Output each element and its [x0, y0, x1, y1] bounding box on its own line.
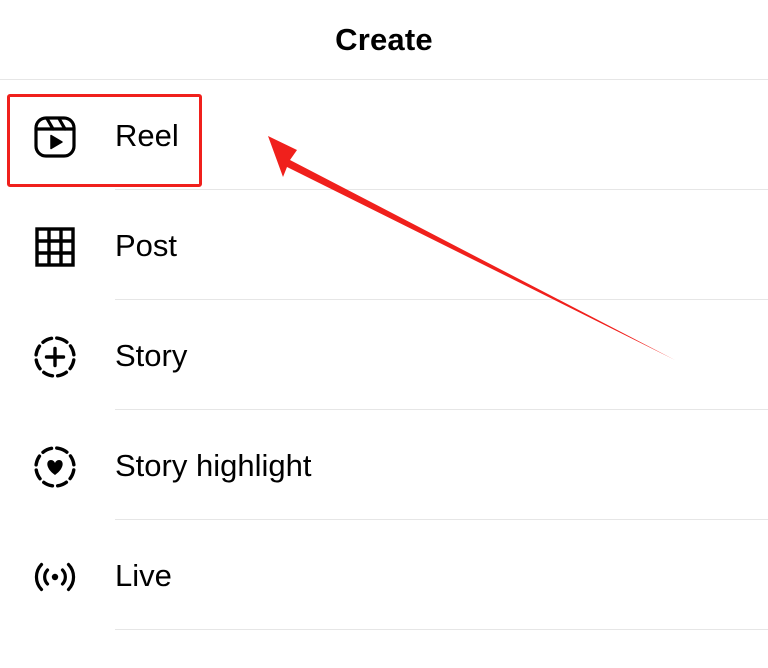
menu-item-label: Story highlight	[115, 448, 312, 483]
menu-item-label: Post	[115, 228, 178, 263]
divider	[115, 629, 768, 630]
menu-item-story-highlight[interactable]: Story highlight	[0, 410, 768, 520]
create-menu: Reel Post Story Story highlight Live	[0, 80, 768, 630]
menu-item-live[interactable]: Live	[0, 520, 768, 630]
story-highlight-icon	[32, 444, 78, 490]
menu-item-story[interactable]: Story	[0, 300, 768, 410]
sheet-title: Create	[335, 21, 433, 57]
live-icon	[32, 554, 78, 600]
sheet-header: Create	[0, 0, 768, 80]
grid-icon	[32, 224, 78, 270]
story-add-icon	[32, 334, 78, 380]
menu-item-post[interactable]: Post	[0, 190, 768, 300]
menu-item-label: Story	[115, 338, 188, 373]
reel-icon	[32, 114, 78, 160]
menu-item-reel[interactable]: Reel	[0, 80, 768, 190]
menu-item-label: Live	[115, 558, 172, 593]
create-sheet: Create Reel Post Story Story highlight L…	[0, 0, 768, 668]
menu-item-label: Reel	[115, 118, 179, 153]
